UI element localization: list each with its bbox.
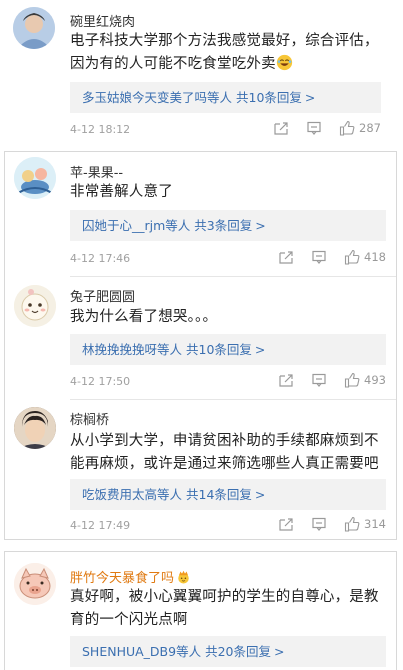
reply-users[interactable]: SHENHUA_DB9等人 xyxy=(82,644,201,659)
reply-arrow: > xyxy=(304,90,316,105)
avatar[interactable] xyxy=(14,157,56,199)
share-icon[interactable] xyxy=(278,249,294,265)
comment-meta: 4-12 17:46 418 xyxy=(70,249,386,269)
like-icon[interactable] xyxy=(344,516,360,532)
avatar-image xyxy=(14,407,56,449)
share-icon[interactable] xyxy=(278,516,294,532)
divider xyxy=(70,276,396,277)
like-count: 314 xyxy=(364,517,386,531)
comment-author[interactable]: 苹-果果-- xyxy=(70,162,123,181)
reply-count[interactable]: 共14条回复 xyxy=(186,487,252,502)
comment-actions: 493 xyxy=(261,372,386,388)
comment-icon[interactable] xyxy=(311,249,327,265)
avatar-image xyxy=(13,7,55,49)
like-count: 287 xyxy=(359,121,381,135)
crown-emoji-icon xyxy=(178,570,189,584)
comment-text: 真好啊，被小心翼翼呵护的学生的自尊心，是教育的一个闪光点啊 xyxy=(70,589,379,628)
comment-author[interactable]: 兔子肥圆圆 xyxy=(70,286,135,305)
share-icon[interactable] xyxy=(273,120,289,136)
like-icon[interactable] xyxy=(344,372,360,388)
like-icon[interactable] xyxy=(344,249,360,265)
avatar-image xyxy=(14,157,56,199)
comment-text: 我为什么看了想哭。。。 xyxy=(70,309,218,325)
comment-meta: 4-12 17:50 493 xyxy=(70,372,386,392)
comment-icon[interactable] xyxy=(311,372,327,388)
comment-actions: 418 xyxy=(261,249,386,265)
comment-icon[interactable] xyxy=(311,516,327,532)
reply-users[interactable]: 吃饭费用太高等人 xyxy=(82,487,182,502)
reply-arrow: > xyxy=(255,218,266,233)
reply-count[interactable]: 共10条回复 xyxy=(236,90,302,105)
comment-group: 苹-果果-- 非常善解人意了 囚她于心__rjm等人 共3条回复 > 4-12 1… xyxy=(4,151,397,540)
reply-users[interactable]: 林挽挽挽挽呀等人 xyxy=(82,342,182,357)
comment-time: 4-12 18:12 xyxy=(70,123,131,136)
comment-text: 从小学到大学，申请贫困补助的手续都麻烦到不能再麻烦，或许是通过来筛选哪些人真正需… xyxy=(70,433,379,472)
comment-text-content: 电子科技大学那个方法我感觉最好，综合评估，因为有的人可能不吃食堂吃外卖 xyxy=(70,33,379,72)
comment-time: 4-12 17:50 xyxy=(70,375,131,388)
avatar[interactable] xyxy=(13,7,55,49)
comment-author-name[interactable]: 胖竹今天暴食了吗 xyxy=(70,571,174,586)
comment-meta: 4-12 18:12 287 xyxy=(70,120,381,140)
reply-summary[interactable]: 吃饭费用太高等人 共14条回复 > xyxy=(70,479,386,510)
laugh-emoji-icon xyxy=(276,54,292,71)
avatar[interactable] xyxy=(14,563,56,605)
reply-count[interactable]: 共10条回复 xyxy=(186,342,252,357)
comment-time: 4-12 17:49 xyxy=(70,519,131,532)
reply-arrow: > xyxy=(254,487,266,502)
divider xyxy=(70,399,396,400)
comment-card: 胖竹今天暴食了吗 真好啊，被小心翼翼呵护的学生的自尊心，是教育的一个闪光点啊 S… xyxy=(4,551,397,670)
reply-summary[interactable]: 林挽挽挽挽呀等人 共10条回复 > xyxy=(70,334,386,365)
comment-actions: 314 xyxy=(261,516,386,532)
avatar[interactable] xyxy=(14,285,56,327)
share-icon[interactable] xyxy=(278,372,294,388)
avatar[interactable] xyxy=(14,407,56,449)
avatar-image xyxy=(14,285,56,327)
like-count: 418 xyxy=(364,250,386,264)
reply-count[interactable]: 共3条回复 xyxy=(194,218,252,233)
reply-summary[interactable]: 多玉姑娘今天变美了吗等人 共10条回复 > xyxy=(70,82,381,113)
comment-author[interactable]: 碗里红烧肉 xyxy=(70,11,135,30)
reply-arrow: > xyxy=(254,342,266,357)
comment-author[interactable]: 胖竹今天暴食了吗 xyxy=(70,567,191,586)
comment-author[interactable]: 棕榈桥 xyxy=(70,409,109,428)
comment-time: 4-12 17:46 xyxy=(70,252,131,265)
comment-card: 碗里红烧肉 电子科技大学那个方法我感觉最好，综合评估，因为有的人可能不吃食堂吃外… xyxy=(0,0,395,140)
reply-summary[interactable]: 囚她于心__rjm等人 共3条回复 > xyxy=(70,210,386,241)
comment-actions: 287 xyxy=(256,120,381,136)
like-count: 493 xyxy=(364,373,386,387)
comment-icon[interactable] xyxy=(306,120,322,136)
like-icon[interactable] xyxy=(339,120,355,136)
comment-text: 电子科技大学那个方法我感觉最好，综合评估，因为有的人可能不吃食堂吃外卖 xyxy=(70,30,385,76)
reply-arrow: > xyxy=(273,644,285,659)
reply-users[interactable]: 囚她于心__rjm等人 xyxy=(82,218,190,233)
reply-users[interactable]: 多玉姑娘今天变美了吗等人 xyxy=(82,90,232,105)
comment-text: 非常善解人意了 xyxy=(70,184,173,200)
reply-count[interactable]: 共20条回复 xyxy=(205,644,271,659)
avatar-image xyxy=(14,563,56,605)
reply-summary[interactable]: SHENHUA_DB9等人 共20条回复 > xyxy=(70,636,386,667)
comment-meta: 4-12 17:49 314 xyxy=(70,516,386,536)
